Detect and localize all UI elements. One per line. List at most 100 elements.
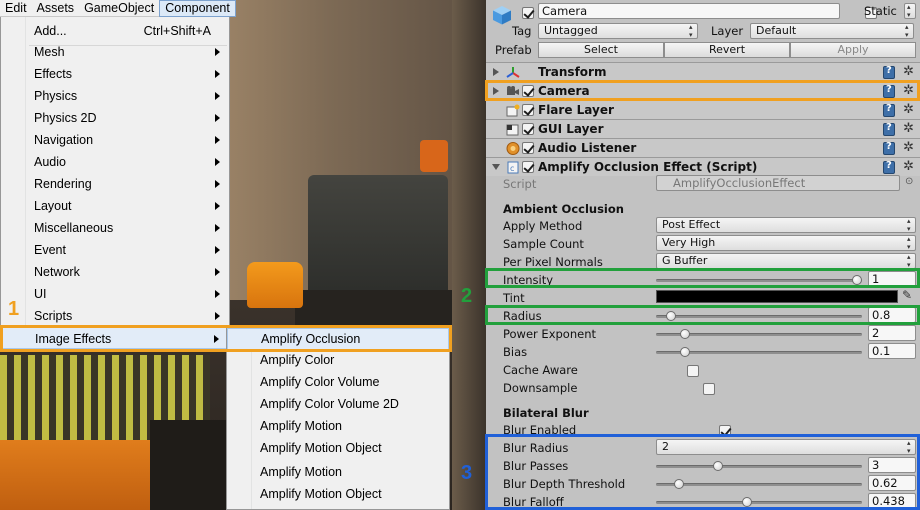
foldout-arrow-icon[interactable] [492, 164, 500, 170]
blur-depth-threshold-slider-track[interactable] [656, 483, 862, 486]
menu-item-physics[interactable]: Physics [1, 85, 229, 107]
gui-layer-checkbox[interactable] [522, 123, 534, 135]
blur-enabled-label: Blur Enabled [503, 423, 577, 437]
submenu-arrow-icon [215, 224, 220, 232]
blur-depth-threshold-slider-thumb[interactable] [673, 479, 684, 489]
component-gui-layer[interactable]: GUI Layer ✲ [486, 119, 920, 138]
help-book-icon[interactable] [883, 103, 895, 117]
tag-dropdown[interactable]: Untagged [538, 23, 698, 39]
submenu-item-amplify-color[interactable]: Amplify Color [227, 349, 449, 371]
flare-layer-checkbox[interactable] [522, 104, 534, 116]
audio-listener-checkbox[interactable] [522, 142, 534, 154]
gear-icon[interactable]: ✲ [903, 102, 914, 117]
component-title: GUI Layer [538, 122, 604, 136]
menu-item-miscellaneous[interactable]: Miscellaneous [1, 217, 229, 239]
intensity-slider-thumb[interactable] [852, 275, 862, 285]
prefab-apply-button[interactable]: Apply [790, 42, 916, 58]
menu-gameobject[interactable]: GameObject [79, 0, 159, 17]
submenu-item-amplify-color-volume[interactable]: Amplify Color Volume [227, 371, 449, 393]
blur-depth-threshold-label: Blur Depth Threshold [503, 477, 626, 491]
intensity-field[interactable]: 1 [868, 271, 916, 287]
foldout-arrow-icon[interactable] [493, 68, 499, 76]
prefab-revert-button[interactable]: Revert [664, 42, 790, 58]
menu-item-rendering[interactable]: Rendering [1, 173, 229, 195]
gear-icon[interactable]: ✲ [903, 159, 914, 174]
gear-icon[interactable]: ✲ [903, 121, 914, 136]
downsample-checkbox[interactable] [702, 382, 715, 395]
blur-enabled-checkbox[interactable] [718, 424, 731, 437]
blur-falloff-slider-thumb[interactable] [742, 497, 753, 507]
static-dropdown[interactable] [904, 3, 916, 19]
blur-falloff-slider-track[interactable] [656, 501, 862, 504]
blur-passes-field[interactable]: 3 [868, 457, 916, 473]
blur-radius-dropdown[interactable]: 2 [656, 439, 916, 455]
menu-item-physics-2d[interactable]: Physics 2D [1, 107, 229, 129]
tag-label: Tag [512, 24, 532, 38]
object-name-field[interactable]: Camera [538, 3, 840, 19]
menu-item-audio[interactable]: Audio [1, 151, 229, 173]
menu-assets[interactable]: Assets [32, 0, 80, 17]
menu-item-image-effects[interactable]: Image Effects [1, 327, 229, 349]
help-book-icon[interactable] [883, 160, 895, 174]
layer-dropdown[interactable]: Default [750, 23, 914, 39]
gear-icon[interactable]: ✲ [903, 64, 914, 79]
submenu-item-amplify-motion-object[interactable]: Amplify Motion Object [227, 437, 449, 459]
gear-icon[interactable]: ✲ [903, 140, 914, 155]
intensity-slider-track[interactable] [656, 279, 862, 282]
power-exponent-slider-thumb[interactable] [679, 329, 690, 339]
blur-passes-slider-thumb[interactable] [712, 461, 723, 471]
menu-item-add[interactable]: Add... Ctrl+Shift+A [1, 20, 229, 42]
power-exponent-field[interactable]: 2 [868, 325, 916, 341]
component-audio-listener[interactable]: Audio Listener ✲ [486, 138, 920, 157]
menu-item-event[interactable]: Event [1, 239, 229, 261]
submenu-item-amplify-motion[interactable]: Amplify Motion [227, 415, 449, 437]
help-book-icon[interactable] [883, 141, 895, 155]
prefab-select-button[interactable]: Select [538, 42, 664, 58]
eyedropper-icon[interactable]: ✎ [902, 288, 912, 302]
amplify-occlusion-checkbox[interactable] [522, 161, 534, 173]
menu-edit[interactable]: Edit [0, 0, 32, 17]
radius-slider-thumb[interactable] [665, 311, 676, 321]
menu-item-ui[interactable]: UI [1, 283, 229, 305]
help-book-icon[interactable] [883, 122, 895, 136]
foldout-arrow-icon[interactable] [493, 87, 499, 95]
radius-field[interactable]: 0.8 [868, 307, 916, 323]
sample-count-dropdown[interactable]: Very High [656, 235, 916, 251]
menu-item-mesh[interactable]: Mesh [1, 41, 229, 63]
menu-item-scripts[interactable]: Scripts [1, 305, 229, 327]
cache-aware-checkbox[interactable] [687, 364, 700, 377]
menu-item-navigation[interactable]: Navigation [1, 129, 229, 151]
blur-depth-threshold-field[interactable]: 0.62 [868, 475, 916, 491]
object-active-checkbox[interactable] [522, 6, 534, 19]
component-camera[interactable]: Camera ✲ [486, 81, 920, 100]
script-label: Script [503, 177, 537, 191]
menu-component[interactable]: Component [159, 0, 236, 17]
help-book-icon[interactable] [883, 84, 895, 98]
submenu-item-amplify-motion-2[interactable]: Amplify Motion [227, 461, 449, 483]
submenu-item-amplify-motion-object-2[interactable]: Amplify Motion Object [227, 483, 449, 505]
submenu-item-amplify-color-volume-2d[interactable]: Amplify Color Volume 2D [227, 393, 449, 415]
component-amplify-occlusion[interactable]: c Amplify Occlusion Effect (Script) ✲ [486, 157, 920, 176]
blur-falloff-field[interactable]: 0.438 [868, 493, 916, 509]
per-pixel-normals-dropdown[interactable]: G Buffer [656, 253, 916, 269]
component-transform[interactable]: Transform ✲ [486, 62, 920, 81]
power-exponent-label: Power Exponent [503, 327, 596, 341]
tint-color-field[interactable] [656, 290, 898, 303]
help-book-icon[interactable] [883, 65, 895, 79]
menu-item-layout[interactable]: Layout [1, 195, 229, 217]
object-picker-icon[interactable]: ⊙ [905, 176, 913, 187]
transform-icon [506, 67, 520, 78]
scene-jerry-can [247, 262, 303, 308]
bias-slider-thumb[interactable] [679, 347, 690, 357]
submenu-item-amplify-occlusion[interactable]: Amplify Occlusion [227, 328, 449, 350]
radius-slider-track[interactable] [656, 315, 862, 318]
gear-icon[interactable]: ✲ [903, 83, 914, 98]
bias-field[interactable]: 0.1 [868, 343, 916, 359]
component-flare-layer[interactable]: Flare Layer ✲ [486, 100, 920, 119]
menu-item-label: Effects [34, 67, 72, 81]
camera-enabled-checkbox[interactable] [522, 85, 534, 97]
blur-passes-slider-track[interactable] [656, 465, 862, 468]
menu-item-effects[interactable]: Effects [1, 63, 229, 85]
menu-item-network[interactable]: Network [1, 261, 229, 283]
apply-method-dropdown[interactable]: Post Effect [656, 217, 916, 233]
